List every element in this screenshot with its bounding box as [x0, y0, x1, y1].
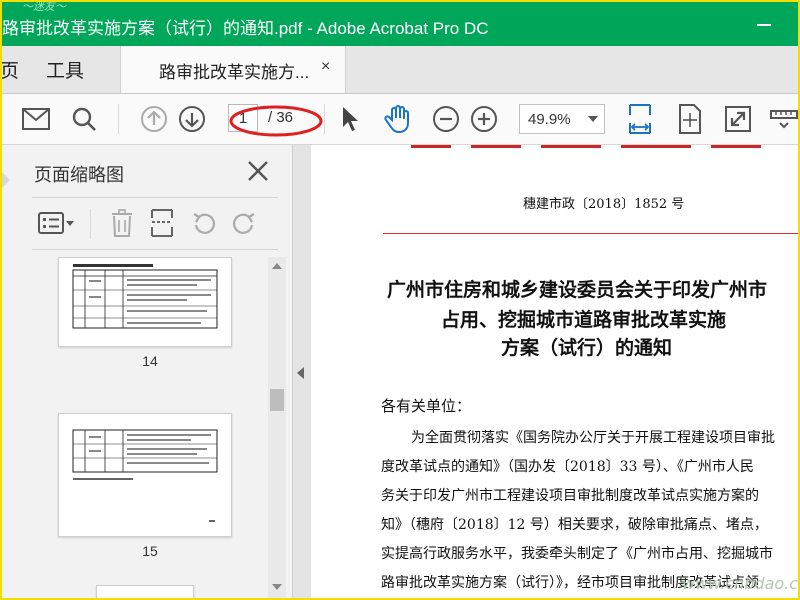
panel-collapse-strip[interactable]	[292, 145, 311, 598]
page-thumbnail-preview	[72, 429, 218, 522]
document-title-line: 占用、挖掘城市道路审批改革实施	[441, 309, 727, 331]
scroll-down-arrow[interactable]	[272, 584, 282, 590]
page-thumbnail-preview	[72, 264, 218, 329]
panel-separator	[90, 209, 91, 239]
thumbnail-list: 14 15	[32, 257, 268, 598]
minimize-button[interactable]	[750, 12, 778, 36]
rotate-left-icon[interactable]	[188, 207, 220, 239]
red-divider-line	[383, 233, 798, 234]
panel-pointer	[2, 172, 10, 188]
document-body-line: 为全面贯彻落实《国务院办公厅关于开展工程建设项目审批	[411, 430, 775, 446]
document-body-line: 实提高行政服务水平，我委牵头制定了《广州市占用、挖掘城市	[381, 546, 773, 562]
menu-tools[interactable]: 工具	[46, 56, 84, 83]
fullscreen-icon[interactable]	[722, 103, 754, 135]
extract-icon[interactable]	[146, 207, 178, 239]
tab-close-button[interactable]: ×	[321, 58, 330, 76]
document-body-line: 度改革试点的通知》（国办发〔2018〕33 号）、《广州市人民	[381, 459, 754, 475]
panel-divider	[32, 249, 278, 250]
toolbar-separator	[324, 104, 325, 134]
options-icon[interactable]	[36, 207, 76, 239]
window-title: 路审批改革实施方案（试行）的通知.pdf - Adobe Acrobat Pro…	[2, 19, 489, 38]
document-title-line: 方案（试行）的通知	[501, 337, 673, 359]
arrow-up-icon[interactable]	[138, 103, 170, 135]
zoom-out-icon[interactable]	[430, 103, 462, 135]
pointer-icon[interactable]	[334, 103, 366, 135]
title-bar: ～迷友～ 路审批改革实施方案（试行）的通知.pdf - Adobe Acroba…	[2, 2, 798, 46]
page-thumbnail-16[interactable]	[96, 585, 194, 598]
cut-off-header-text	[411, 145, 761, 148]
menu-home[interactable]: 页	[2, 56, 19, 83]
menu-bar: 页 工具 路审批改革实施方... ×	[2, 46, 798, 94]
chevron-down-icon	[588, 116, 598, 122]
fit-width-icon[interactable]	[624, 103, 656, 135]
page-thumbnail-14[interactable]	[58, 257, 232, 347]
close-icon[interactable]	[246, 159, 270, 188]
mail-icon[interactable]	[20, 103, 52, 135]
fit-page-icon[interactable]	[674, 103, 706, 135]
toolbar-separator	[118, 104, 119, 134]
page-thumbnail-15[interactable]	[58, 413, 232, 537]
site-watermark: www.cnbdao.com	[682, 574, 799, 593]
acrobat-window: ～迷友～ 路审批改革实施方案（试行）的通知.pdf - Adobe Acroba…	[0, 0, 800, 600]
scroll-up-arrow[interactable]	[272, 263, 282, 269]
trash-icon[interactable]	[106, 207, 138, 239]
document-body-line: 务关于印发广州市工程建设项目审批制度改革试点实施方案的	[381, 488, 759, 504]
title-watermark: ～迷友～	[22, 1, 66, 13]
zoom-select[interactable]: 49.9%	[519, 104, 605, 134]
thumbnail-panel: 页面缩略图 14 15	[2, 145, 292, 598]
thumbnail-page-number: 14	[142, 353, 158, 369]
search-icon[interactable]	[68, 103, 100, 135]
document-tab-label: 路审批改革实施方...	[159, 63, 310, 82]
panel-title: 页面缩略图	[34, 165, 124, 185]
rotate-right-icon[interactable]	[228, 207, 260, 239]
zoom-value: 49.9%	[528, 111, 571, 128]
arrow-down-icon[interactable]	[176, 103, 208, 135]
collapse-arrow-icon[interactable]	[297, 367, 304, 379]
document-body-line: 知》（穗府〔2018〕12 号）相关要求，破除审批痛点、堵点，	[381, 517, 768, 533]
document-tab[interactable]: 路审批改革实施方... ×	[120, 46, 346, 93]
thumbnail-page-number: 15	[142, 543, 158, 559]
document-salutation: 各有关单位：	[381, 397, 472, 415]
document-title-line: 广州市住房和城乡建设委员会关于印发广州市	[387, 279, 768, 301]
document-view[interactable]: 穗建市政〔2018〕1852 号 广州市住房和城乡建设委员会关于印发广州市 占用…	[311, 145, 798, 598]
more-tools-icon[interactable]	[768, 103, 798, 135]
hand-icon[interactable]	[382, 103, 414, 135]
panel-divider	[32, 197, 278, 198]
scrollbar-thumb[interactable]	[270, 389, 284, 411]
red-highlight-ellipse	[229, 105, 323, 137]
thumbnail-scrollbar[interactable]	[268, 257, 286, 598]
main-toolbar: 1 / 36 49.9%	[2, 94, 798, 145]
zoom-in-icon[interactable]	[468, 103, 500, 135]
document-number: 穗建市政〔2018〕1852 号	[523, 197, 685, 212]
